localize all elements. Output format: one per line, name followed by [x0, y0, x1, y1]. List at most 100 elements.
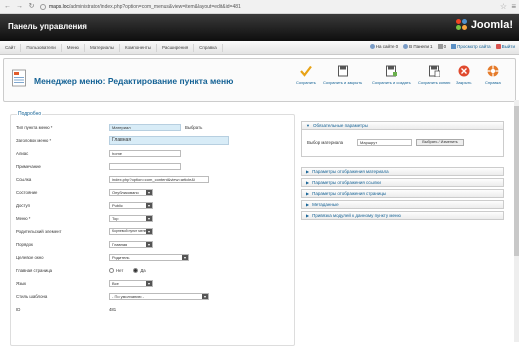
chevron-down-icon: ▾	[146, 241, 152, 247]
params-panel: ▼ Обязательные параметры Выбор материала…	[301, 121, 504, 229]
help-button[interactable]: Справка	[485, 65, 501, 85]
accordion-required-params[interactable]: ▼ Обязательные параметры	[301, 121, 504, 130]
close-icon	[458, 65, 470, 77]
check-icon	[300, 65, 312, 77]
page-title: Менеджер меню: Редактирование пункта мен…	[34, 76, 234, 86]
ordering-select[interactable]: Главная ▾	[109, 240, 153, 248]
chevron-down-icon: ▾	[146, 202, 152, 208]
browser-menu-icon[interactable]: ≡	[511, 2, 516, 11]
accordion-title: Параметры отображения материала	[312, 169, 389, 174]
status-select[interactable]: Опубликовано ▾	[109, 188, 153, 196]
menu-item-help[interactable]: Справка	[194, 43, 223, 52]
logout-link[interactable]: Выйти	[495, 44, 515, 49]
template-style-select[interactable]: - По умолчанию - ▾	[109, 292, 209, 300]
row-menu-item-type: Тип пункта меню * Материал Выбрать	[16, 123, 286, 131]
accordion-link-options[interactable]: ▶ Параметры отображения ссылки	[301, 178, 504, 187]
status-label: На сайте	[375, 44, 395, 49]
link-field: index.php?option=com_content&view=articl…	[109, 175, 209, 183]
template-style-select-value: - По умолчанию -	[112, 293, 144, 299]
details-fieldset: Подробно Тип пункта меню * Материал Выбр…	[10, 111, 295, 346]
row-template-style: Стиль шаблона - По умолчанию - ▾	[16, 292, 286, 300]
id-value: 481	[109, 306, 117, 312]
note-input[interactable]	[109, 162, 181, 170]
menu-item-type-field: Материал	[109, 123, 181, 131]
save-new-button-label: Сохранить и создать	[372, 80, 411, 85]
menu-item-content[interactable]: Материалы	[85, 43, 121, 52]
field-label: Алиас	[16, 150, 29, 156]
access-select-value: Public	[112, 202, 123, 208]
accordion-metadata[interactable]: ▶ Метаданные	[301, 200, 504, 209]
page-scrollbar-thumb[interactable]	[514, 106, 519, 256]
reload-icon[interactable]: ↻	[27, 2, 36, 11]
forward-icon[interactable]: →	[15, 2, 24, 11]
save-close-button[interactable]: Сохранить и закрыть	[323, 65, 362, 85]
menu-item-extensions[interactable]: Расширения	[157, 43, 195, 52]
caret-down-icon: ▼	[306, 123, 310, 128]
status-area: На сайте 0 В Панели 1 0 Просмотр сайта В…	[369, 44, 515, 49]
row-alias: Алиас home	[16, 149, 286, 157]
view-site-icon	[451, 44, 457, 49]
target-window-select[interactable]: Родитель ▾	[109, 253, 189, 261]
caret-right-icon: ▶	[306, 169, 310, 174]
menu-item-components[interactable]: Компоненты	[120, 43, 157, 52]
accordion-article-options[interactable]: ▶ Параметры отображения материала	[301, 167, 504, 176]
caret-right-icon: ▶	[306, 202, 310, 207]
select-type-button[interactable]: Выбрать	[185, 125, 202, 130]
target-window-select-value: Родитель	[112, 254, 130, 260]
status-label: Выйти	[501, 44, 515, 49]
field-label: Целевое окно	[16, 254, 44, 260]
close-button[interactable]: Закрыть	[456, 65, 471, 85]
row-id: ID 481	[16, 305, 286, 313]
row-menu-title: Заголовок меню * Главная	[16, 135, 286, 145]
field-label: Порядок	[16, 241, 33, 247]
status-online-admin: В Панели 1	[403, 44, 433, 49]
accordion-page-display[interactable]: ▶ Параметры отображения страницы	[301, 189, 504, 198]
help-button-label: Справка	[485, 80, 501, 85]
select-article-button[interactable]: Выбрать / Изменить	[416, 139, 464, 146]
row-home-page: Главная страница Нет Да	[16, 266, 286, 274]
accordion-title: Привязка модулей к данному пункту меню	[312, 213, 401, 218]
content-area: Подробно Тип пункта меню * Материал Выбр…	[3, 105, 516, 347]
menu-select-value: Top	[112, 215, 119, 221]
access-select[interactable]: Public ▾	[109, 201, 153, 209]
save-button[interactable]: Сохранить	[296, 65, 316, 85]
parent-select[interactable]: Корневой пункт меню ▾	[109, 227, 153, 235]
home-no-radio[interactable]	[109, 267, 114, 273]
alias-input[interactable]: home	[109, 149, 181, 157]
home-no-label: Нет	[116, 267, 124, 273]
menu-select[interactable]: Top ▾	[109, 214, 153, 222]
mail-icon	[437, 44, 443, 49]
row-link: Ссылка index.php?option=com_content&view…	[16, 175, 286, 183]
home-yes-radio[interactable]	[133, 267, 139, 273]
status-label: Просмотр сайта	[457, 44, 491, 49]
field-label: Главная страница	[16, 267, 53, 273]
caret-right-icon: ▶	[306, 191, 310, 196]
chevron-down-icon: ▾	[146, 228, 152, 234]
status-messages[interactable]: 0	[437, 44, 446, 49]
caret-right-icon: ▶	[306, 213, 310, 218]
url-path: /administrator/index.php?option=com_menu…	[69, 3, 241, 10]
menu-title-input[interactable]: Главная	[109, 135, 229, 145]
save-copy-button[interactable]: Сохранить копию	[418, 65, 450, 85]
address-bar[interactable]: maps.loc /administrator/index.php?option…	[40, 2, 310, 12]
ordering-select-value: Главная	[112, 241, 128, 247]
article-value-field: Маршрут	[357, 139, 412, 146]
menu-item-site[interactable]: Сайт	[0, 43, 22, 52]
admin-menubar: Сайт Пользователи Меню Материалы Компоне…	[0, 41, 519, 55]
view-site-link[interactable]: Просмотр сайта	[451, 44, 491, 49]
row-ordering: Порядок Главная ▾	[16, 240, 286, 248]
bookmark-star-icon[interactable]: ☆	[500, 2, 507, 11]
row-target-window: Целевое окно Родитель ▾	[16, 253, 286, 261]
field-label: Ссылка	[16, 176, 32, 182]
menu-item-menus[interactable]: Меню	[62, 43, 85, 52]
back-icon[interactable]: ←	[3, 2, 12, 11]
language-select[interactable]: Все ▾	[109, 279, 153, 287]
save-new-button[interactable]: Сохранить и создать	[372, 65, 411, 85]
browser-bar: ← → ↻ maps.loc /administrator/index.php?…	[0, 0, 519, 14]
admin-title: Панель управления	[8, 22, 87, 31]
menu-item-users[interactable]: Пользователи	[21, 43, 62, 52]
field-label: Состояние	[16, 189, 38, 195]
row-note: Примечание	[16, 162, 286, 170]
save-new-icon	[386, 65, 398, 77]
accordion-module-assignment[interactable]: ▶ Привязка модулей к данному пункту меню	[301, 211, 504, 220]
